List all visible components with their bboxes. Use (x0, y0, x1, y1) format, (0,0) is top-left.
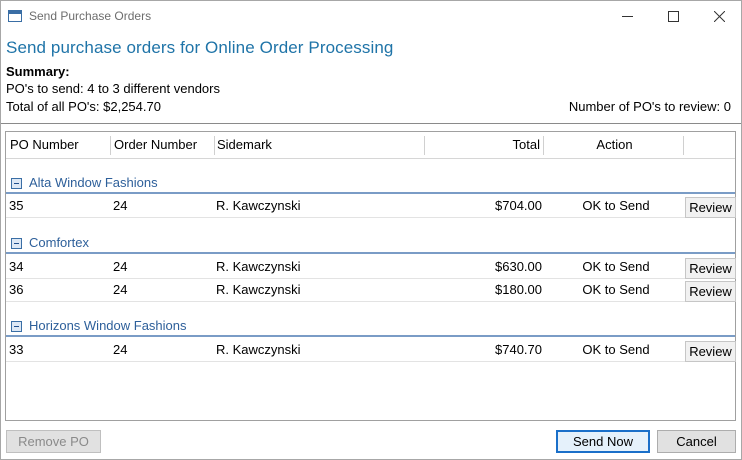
close-icon (714, 11, 725, 22)
group-header-horizons-window-fashions: Horizons Window Fashions (6, 315, 735, 337)
grid-header: PO Number Order Number Sidemark Total Ac… (6, 132, 735, 159)
remove-po-button[interactable]: Remove PO (6, 430, 101, 453)
window-title: Send Purchase Orders (29, 9, 152, 23)
summary-title: Summary: (6, 64, 70, 79)
column-divider[interactable] (683, 136, 684, 155)
review-button[interactable]: Review (685, 197, 736, 218)
group-label: Comfortex (29, 235, 89, 250)
review-count: Number of PO's to review: 0 (568, 99, 731, 114)
maximize-button[interactable] (651, 1, 697, 32)
window-app-icon (8, 10, 22, 22)
order-number-cell: 24 (113, 198, 128, 213)
minimize-button[interactable] (605, 1, 651, 32)
order-number-cell: 24 (113, 259, 128, 274)
review-button[interactable]: Review (685, 281, 736, 302)
order-number-cell: 24 (113, 342, 128, 357)
summary-total: Total of all PO's: $2,254.70 (6, 99, 161, 114)
po-number-cell: 36 (9, 282, 24, 297)
summary-po-count: PO's to send: 4 to 3 different vendors (6, 81, 220, 96)
collapse-icon[interactable] (11, 238, 22, 249)
po-number-cell: 33 (9, 342, 24, 357)
group-label: Alta Window Fashions (29, 175, 158, 190)
column-header-po-number[interactable]: PO Number (10, 132, 79, 159)
column-divider[interactable] (214, 136, 215, 155)
separator (1, 123, 741, 124)
total-cell: $740.70 (495, 342, 542, 357)
action-cell: OK to Send (582, 259, 650, 274)
column-divider[interactable] (543, 136, 544, 155)
action-cell: OK to Send (582, 282, 650, 297)
group-label: Horizons Window Fashions (29, 318, 187, 333)
column-header-sidemark[interactable]: Sidemark (217, 132, 272, 159)
close-button[interactable] (697, 1, 742, 32)
action-cell: OK to Send (582, 198, 650, 213)
send-now-button[interactable]: Send Now (556, 430, 650, 453)
table-row[interactable]: 33 24 R. Kawczynski $740.70 OK to Send R… (6, 339, 736, 362)
order-number-cell: 24 (113, 282, 128, 297)
title-bar: Send Purchase Orders (1, 1, 741, 32)
minimize-icon (622, 16, 633, 17)
column-divider[interactable] (110, 136, 111, 155)
column-header-total[interactable]: Total (426, 132, 540, 159)
send-purchase-orders-window: Send Purchase Orders Send purchase order… (0, 0, 742, 460)
review-button[interactable]: Review (685, 258, 736, 279)
total-cell: $180.00 (495, 282, 542, 297)
sidemark-cell: R. Kawczynski (216, 342, 301, 357)
group-header-comfortex: Comfortex (6, 232, 735, 254)
maximize-icon (668, 11, 679, 22)
group-header-alta-window-fashions: Alta Window Fashions (6, 172, 735, 194)
cancel-button[interactable]: Cancel (657, 430, 736, 453)
column-divider[interactable] (424, 136, 425, 155)
sidemark-cell: R. Kawczynski (216, 198, 301, 213)
po-number-cell: 34 (9, 259, 24, 274)
purchase-orders-grid: PO Number Order Number Sidemark Total Ac… (5, 131, 736, 421)
sidemark-cell: R. Kawczynski (216, 282, 301, 297)
page-heading: Send purchase orders for Online Order Pr… (6, 38, 394, 57)
table-row[interactable]: 35 24 R. Kawczynski $704.00 OK to Send R… (6, 195, 736, 218)
column-header-order-number[interactable]: Order Number (114, 132, 197, 159)
table-row[interactable]: 36 24 R. Kawczynski $180.00 OK to Send R… (6, 279, 736, 302)
group-underline (6, 252, 735, 254)
table-row[interactable]: 34 24 R. Kawczynski $630.00 OK to Send R… (6, 256, 736, 279)
total-cell: $704.00 (495, 198, 542, 213)
action-cell: OK to Send (582, 342, 650, 357)
collapse-icon[interactable] (11, 321, 22, 332)
group-underline (6, 192, 735, 194)
review-button[interactable]: Review (685, 341, 736, 362)
sidemark-cell: R. Kawczynski (216, 259, 301, 274)
group-underline (6, 335, 735, 337)
column-header-action[interactable]: Action (546, 132, 683, 159)
total-cell: $630.00 (495, 259, 542, 274)
po-number-cell: 35 (9, 198, 24, 213)
collapse-icon[interactable] (11, 178, 22, 189)
